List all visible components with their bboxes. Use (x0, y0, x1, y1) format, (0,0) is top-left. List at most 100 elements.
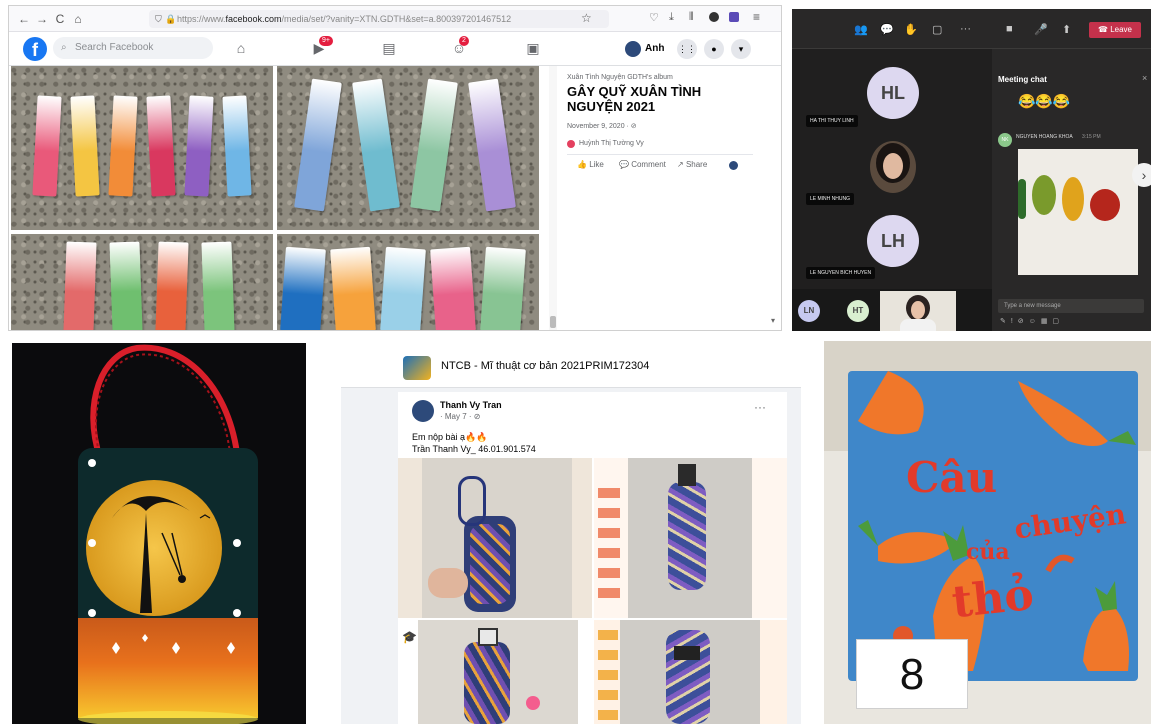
rooms-icon[interactable]: ▢ (932, 23, 942, 36)
album-owner-label[interactable]: Xuân Tình Nguyện GDTH's album (567, 74, 673, 81)
album-photo[interactable] (11, 66, 273, 230)
camera-icon[interactable]: ■ (1006, 23, 1013, 35)
lantern-illustration (78, 344, 258, 724)
shield-icon: ⛉ (155, 14, 162, 24)
post-photo[interactable]: 🎓 (398, 620, 592, 724)
post-photo[interactable] (398, 458, 592, 618)
chat-message-input[interactable]: Type a new message (998, 299, 1144, 313)
post-photo-grid: 🎓 (398, 458, 787, 724)
book-cover: Câu chuyện của thỏ (848, 371, 1138, 681)
chat-title: Meeting chat (998, 75, 1047, 84)
microphone-icon[interactable]: 🎤 (1034, 23, 1048, 36)
emoji-message: 😂😂😂 (1018, 93, 1071, 109)
extension-icon[interactable] (729, 12, 739, 22)
account-dropdown-icon[interactable]: ▾ (731, 39, 751, 59)
share-button[interactable]: ↗ Share (677, 160, 707, 169)
post-card: Thanh Vy Tran · May 7 · ⊘ ··· Em nộp bài… (398, 392, 787, 724)
url-domain: facebook.com (225, 14, 282, 24)
sender-name: NGUYEN HOANG KHOA (1016, 134, 1073, 140)
book-title-line: thỏ (949, 568, 1037, 629)
teams-meeting-window: 👥 💬 ✋ ▢ ··· ■ 🎤 ⬆ ☎ Leave HL HA THI THUY… (792, 9, 1151, 331)
scrollbar-thumb[interactable] (550, 316, 556, 328)
heart-icon (567, 140, 575, 148)
account-icon[interactable] (709, 12, 719, 22)
leave-button[interactable]: ☎ Leave (1089, 22, 1141, 38)
comment-button[interactable]: 💬 Comment (619, 160, 666, 169)
pocket-icon[interactable]: ♡ (649, 11, 659, 24)
album-photo-grid (9, 66, 549, 330)
album-photo[interactable] (11, 234, 273, 330)
url-path: /media/set/?vanity=XTN.GDTH&set=a.800397… (281, 14, 512, 24)
scrollbar[interactable] (549, 66, 557, 330)
album-info-panel: Xuân Tình Nguyện GDTH's album GÂY QUỸ XU… (557, 66, 781, 330)
author-name[interactable]: Thanh Vy Tran (440, 400, 502, 410)
compose-toolbar-icons[interactable]: ✎!⊘☺▦▢ (1000, 317, 1064, 325)
participant-avatar: LH (867, 215, 919, 267)
participant-name: HA THI THUY LINH (806, 115, 858, 127)
participants-icon[interactable]: 👥 (854, 23, 868, 36)
divider (567, 154, 753, 155)
chat-icon[interactable]: 💬 (880, 23, 894, 36)
menu-icon[interactable]: ≡ (753, 10, 760, 24)
home-icon[interactable]: ⌂ (229, 40, 253, 56)
gaming-icon[interactable]: ▣ (521, 40, 545, 57)
scroll-down-icon[interactable]: ▾ (771, 316, 775, 325)
back-button[interactable]: ← (15, 12, 33, 26)
self-video-thumbnail[interactable] (880, 291, 956, 331)
participant-avatar: HL (867, 67, 919, 119)
share-icon: ↗ (677, 160, 684, 169)
menu-grid-icon[interactable]: ⋮⋮ (677, 39, 697, 59)
lantern-sunset-band (78, 618, 258, 718)
search-placeholder: Search Facebook (75, 42, 154, 53)
post-photo[interactable] (594, 458, 787, 618)
post-photo[interactable] (594, 620, 787, 724)
share-screen-icon[interactable]: ⬆ (1062, 23, 1071, 36)
address-bar[interactable]: ⛉ 🔒 https://www.facebook.com/media/set/?… (149, 10, 609, 28)
reactions-icon[interactable]: ✋ (904, 23, 918, 36)
watch-icon[interactable]: ▶ 9+ (307, 36, 333, 57)
facebook-logo[interactable]: f (23, 37, 47, 61)
album-photo[interactable] (277, 66, 539, 230)
message-time: 3:15 PM (1082, 134, 1101, 140)
group-header: NTCB - Mĩ thuật cơ bản 2021PRIM172304 (341, 348, 801, 388)
album-photo[interactable] (277, 234, 539, 330)
next-arrow-icon[interactable]: › (1132, 163, 1151, 187)
author-avatar[interactable] (412, 400, 434, 422)
close-chat-icon[interactable]: × (1142, 73, 1147, 83)
home-button[interactable]: ⌂ (69, 12, 87, 26)
library-icon[interactable]: ⫴ (689, 11, 694, 24)
watch-badge: 9+ (319, 36, 333, 46)
participant-avatar[interactable]: LN (798, 300, 820, 322)
group-thumbnail[interactable] (403, 356, 431, 380)
facebook-album-window: ← → C ⌂ ⛉ 🔒 https://www.facebook.com/med… (8, 5, 782, 331)
notifications-icon[interactable]: ● (704, 39, 724, 59)
participant-avatar[interactable]: HT (847, 300, 869, 322)
album-date: November 9, 2020 · ⊘ (567, 123, 637, 130)
search-input[interactable]: ⌕ Search Facebook (53, 37, 213, 59)
groups-icon[interactable]: ☺ 2 (447, 36, 471, 56)
like-button[interactable]: 👍 Like (577, 160, 604, 169)
bookmark-star-icon[interactable]: ☆ (581, 11, 592, 25)
more-options-icon[interactable]: ··· (960, 23, 971, 35)
more-options-icon[interactable]: ··· (754, 400, 766, 414)
album-title: GÂY QUỸ XUÂN TÌNH NGUYỆN 2021 (567, 84, 702, 114)
profile-avatar[interactable] (625, 41, 641, 57)
tagged-name[interactable]: Huỳnh Thị Tường Vy (579, 140, 644, 147)
lantern-photo (12, 343, 306, 724)
forward-button[interactable]: → (33, 12, 51, 26)
reload-button[interactable]: C (51, 12, 69, 26)
lock-icon: 🔒 (165, 14, 177, 24)
marketplace-icon[interactable]: ▤ (377, 40, 401, 57)
chat-image[interactable] (1018, 149, 1138, 275)
download-icon[interactable]: ⤓ (669, 11, 674, 24)
painted-bookmark (480, 246, 526, 330)
group-name[interactable]: NTCB - Mĩ thuật cơ bản 2021PRIM172304 (441, 360, 649, 372)
profile-name[interactable]: Anh (645, 43, 664, 54)
like-icon: 👍 (577, 160, 587, 169)
painted-bookmark (63, 241, 97, 330)
graduation-cap-icon: 🎓 (402, 630, 417, 644)
painted-bookmark (330, 246, 376, 330)
painted-bookmark (430, 246, 476, 330)
reaction-avatar[interactable] (729, 161, 738, 170)
groups-badge: 2 (459, 36, 469, 46)
